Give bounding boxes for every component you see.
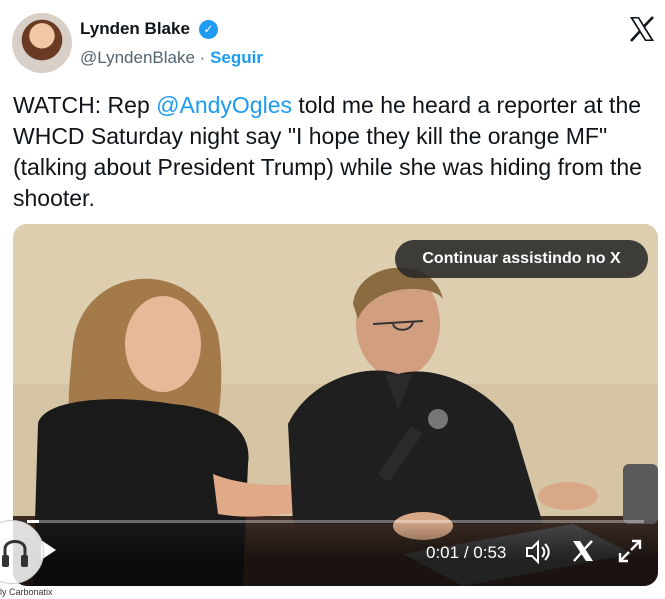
follow-button[interactable]: Seguir — [210, 48, 263, 67]
author-handle[interactable]: @LyndenBlake — [80, 48, 195, 67]
video-player[interactable]: Continuar assistindo no X 0:01 / 0:53 — [13, 224, 658, 586]
time-current: 0:01 — [426, 543, 460, 562]
author-name[interactable]: Lynden Blake — [80, 19, 190, 39]
fullscreen-icon[interactable] — [617, 538, 643, 564]
watermark-text: ly Carbonatix — [0, 587, 53, 597]
volume-icon[interactable] — [524, 538, 552, 566]
author-avatar[interactable] — [12, 13, 72, 73]
x-logo-icon[interactable] — [627, 14, 657, 44]
author-handle-row: @LyndenBlake · Seguir — [80, 48, 263, 68]
verified-badge-icon: ✓ — [199, 20, 218, 39]
tweet-text: WATCH: Rep @AndyOgles told me he heard a… — [13, 90, 658, 214]
headphones-icon — [0, 520, 44, 584]
progress-bar[interactable] — [27, 520, 644, 523]
tweet-text-before: WATCH: Rep — [13, 92, 157, 118]
continue-watching-button[interactable]: Continuar assistindo no X — [395, 240, 648, 278]
video-controls: 0:01 / 0:53 — [13, 520, 658, 586]
x-logo-icon[interactable] — [570, 538, 596, 564]
handle-separator: · — [199, 48, 206, 67]
mention-link[interactable]: @AndyOgles — [156, 92, 292, 118]
video-time: 0:01 / 0:53 — [426, 543, 506, 563]
time-separator: / — [459, 543, 474, 562]
time-total: 0:53 — [473, 543, 507, 562]
